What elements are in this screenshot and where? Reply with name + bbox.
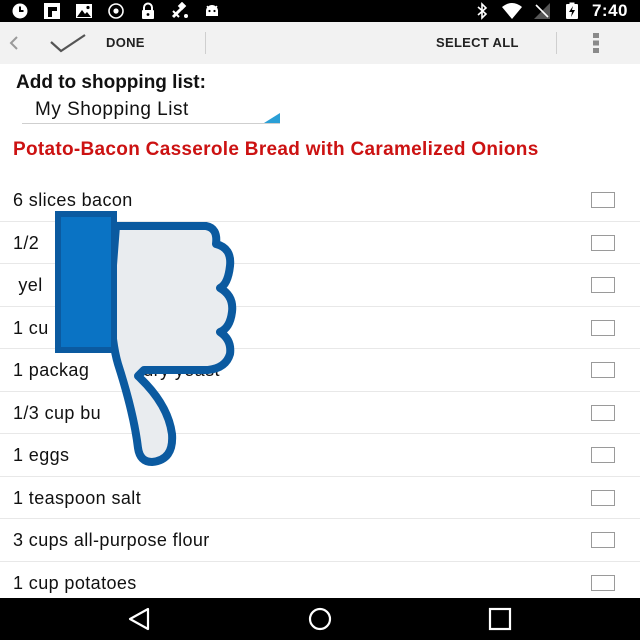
clock-time: 7:40 xyxy=(591,1,628,20)
ingredient-checkbox[interactable] xyxy=(591,362,615,378)
select-all-button[interactable]: SELECT ALL xyxy=(436,35,519,50)
lock-icon xyxy=(142,2,154,19)
back-icon[interactable] xyxy=(120,605,160,633)
action-divider xyxy=(205,32,206,54)
ingredient-checkbox[interactable] xyxy=(591,532,615,548)
recycle-icon xyxy=(108,3,124,19)
battery-charging-icon xyxy=(565,2,578,19)
dropdown-corner-icon xyxy=(264,113,280,123)
navigation-bar xyxy=(0,598,640,640)
ingredient-checkbox[interactable] xyxy=(591,319,615,336)
ingredient-text: yel xyxy=(13,275,43,295)
back-chevron-icon[interactable] xyxy=(2,30,24,56)
system-icons: 7:40 xyxy=(472,1,628,20)
ingredient-text: 1/2 xyxy=(13,232,40,253)
clock-icon xyxy=(12,3,28,19)
done-button[interactable]: DONE xyxy=(106,35,145,50)
android-icon xyxy=(206,5,218,16)
gallery-icon xyxy=(76,4,92,18)
action-divider xyxy=(556,32,557,54)
satellite-icon xyxy=(171,2,188,19)
add-to-list-title: Add to shopping list: xyxy=(16,72,206,93)
ingredient-text: 1 teaspoon salt xyxy=(13,487,142,508)
home-icon[interactable] xyxy=(300,605,340,633)
overflow-menu-icon[interactable] xyxy=(590,31,602,55)
ingredient-checkbox[interactable] xyxy=(591,192,615,208)
ingredient-row[interactable]: 1 teaspoon salt xyxy=(0,477,640,519)
flipboard-icon xyxy=(44,3,60,19)
shopping-list-value: My Shopping List xyxy=(35,99,189,120)
ingredient-row[interactable]: 3 cups all-purpose flour xyxy=(0,519,640,562)
bluetooth-icon xyxy=(477,2,488,20)
ingredient-checkbox[interactable] xyxy=(591,574,615,591)
ingredient-text: 1 cu xyxy=(13,317,49,338)
ingredient-checkbox[interactable] xyxy=(591,489,615,506)
done-check-icon[interactable] xyxy=(48,32,88,54)
ingredient-text: 1 cup potatoes xyxy=(13,572,137,593)
ingredient-checkbox[interactable] xyxy=(591,404,615,421)
action-bar: DONE SELECT ALL xyxy=(0,22,640,64)
recents-icon[interactable] xyxy=(480,605,520,633)
ingredient-text: 3 cups all-purpose flour xyxy=(13,530,210,550)
ingredient-checkbox[interactable] xyxy=(591,234,615,251)
no-signal-icon xyxy=(533,3,550,19)
thumbs-down-icon xyxy=(55,211,237,466)
wifi-icon xyxy=(501,3,522,19)
shopping-list-dropdown[interactable]: My Shopping List xyxy=(22,98,280,124)
status-bar: 7:40 xyxy=(0,0,640,22)
notification-icons xyxy=(10,2,222,20)
ingredient-checkbox[interactable] xyxy=(591,277,615,293)
ingredient-checkbox[interactable] xyxy=(591,447,615,463)
recipe-title: Potato-Bacon Casserole Bread with Carame… xyxy=(13,139,539,160)
